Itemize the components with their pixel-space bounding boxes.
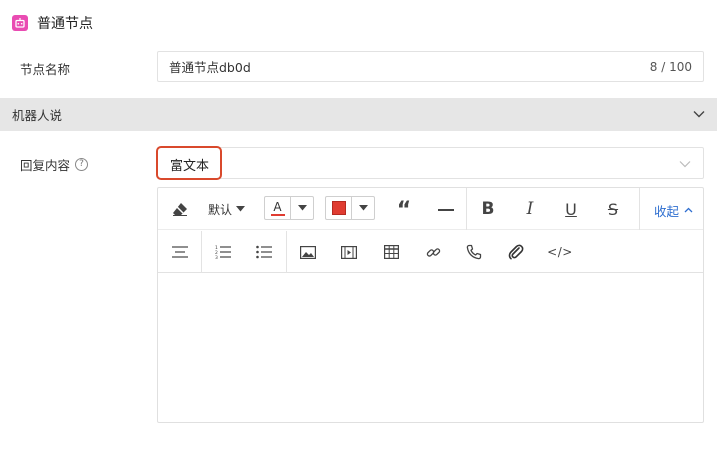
unordered-list-icon[interactable] [252,241,276,263]
phone-icon[interactable] [462,241,486,263]
toolbar-divider [201,231,202,273]
image-icon[interactable] [296,241,320,263]
align-center-icon[interactable] [168,241,192,263]
chevron-up-icon [684,207,693,213]
editor-toolbar-row-1: 默认 A “ B I U S 收起 [158,188,703,230]
font-color-swatch [270,213,285,216]
page-title: 普通节点 [37,16,93,32]
editor-toolbar-row-2: 1 2 3 </> [158,231,703,273]
reply-type-value: 富文本 [170,159,210,174]
attachment-icon[interactable] [504,241,528,263]
robot-icon [12,15,28,31]
horizontal-rule-icon[interactable] [434,199,458,221]
font-color-glyph: A [273,199,282,214]
reply-content-label: 回复内容 [20,158,71,173]
quote-icon[interactable]: “ [392,198,416,223]
font-style-dropdown[interactable]: 默认 [208,199,246,219]
node-header: 普通节点 [12,14,93,32]
table-icon[interactable] [379,241,403,263]
robot-says-section[interactable]: 机器人说 [0,98,717,131]
editor-content-area[interactable] [158,274,703,422]
strikethrough-icon[interactable]: S [601,198,625,220]
toolbar-divider [286,231,287,273]
font-style-value: 默认 [208,202,233,217]
caret-down-icon[interactable] [352,197,374,219]
link-icon[interactable] [421,241,445,263]
code-icon[interactable]: </> [546,241,574,263]
reply-type-select[interactable]: 富文本 [156,146,704,180]
toolbar-divider [639,188,640,230]
ordered-list-icon[interactable]: 1 2 3 [211,241,235,263]
eraser-icon[interactable] [168,198,192,220]
char-count: 8 / 100 [649,59,692,74]
node-name-label: 节点名称 [20,62,71,77]
node-name-input[interactable]: 普通节点db0d 8 / 100 [157,51,704,82]
section-title: 机器人说 [12,108,63,123]
svg-text:3: 3 [215,255,218,259]
help-icon[interactable]: ? [75,158,89,171]
chevron-down-icon[interactable] [679,157,691,172]
background-color-swatch [331,201,346,215]
collapse-toolbar-button[interactable]: 收起 [654,200,693,220]
underline-icon[interactable]: U [559,198,583,220]
rich-text-editor: 默认 A “ B I U S 收起 1 2 3 </> [157,187,704,423]
bold-icon[interactable]: B [476,198,500,220]
reply-content-label-wrap: 回复内容 ? [20,155,89,174]
video-icon[interactable] [337,241,361,263]
italic-icon[interactable]: I [518,198,542,220]
chevron-down-icon[interactable] [693,107,705,122]
font-color-icon: A [265,197,291,219]
collapse-label: 收起 [654,203,680,219]
node-name-value: 普通节点db0d [169,60,251,75]
background-color-picker[interactable] [325,196,375,220]
background-color-icon [326,197,352,219]
caret-down-icon[interactable] [291,197,313,219]
toolbar-divider [466,188,467,230]
font-color-picker[interactable]: A [264,196,314,220]
